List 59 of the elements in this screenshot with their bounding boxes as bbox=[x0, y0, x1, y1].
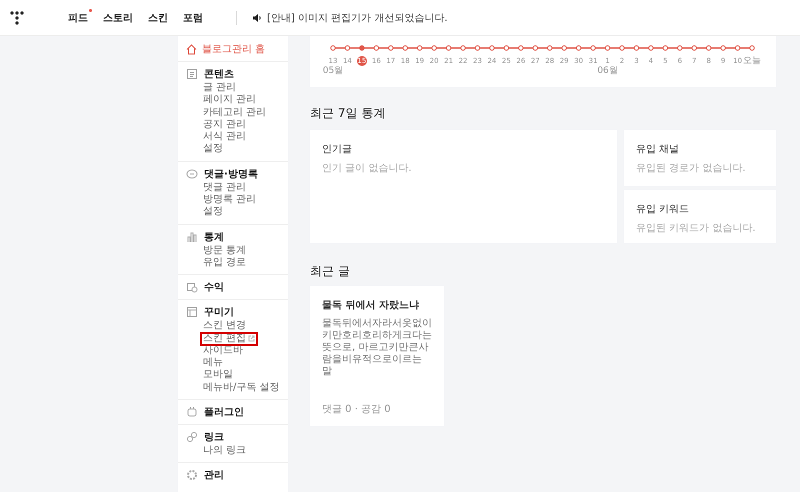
nav-link[interactable]: 피드 bbox=[68, 10, 91, 24]
menu-item[interactable]: 메뉴바/구독 설정 bbox=[203, 382, 280, 394]
nav-link[interactable]: 스킨 bbox=[148, 10, 171, 24]
month-label: 05월 bbox=[322, 66, 344, 76]
group-title[interactable]: 댓글·방명록 bbox=[204, 166, 258, 181]
group-title[interactable]: 수익 bbox=[204, 280, 224, 294]
group-title[interactable]: 관리 bbox=[204, 468, 224, 482]
document-icon bbox=[186, 68, 198, 80]
menu-item[interactable]: 나의 링크 bbox=[203, 445, 246, 458]
menu-item[interactable]: 글 관리 bbox=[203, 82, 236, 94]
menu-item[interactable]: 유입 경로 bbox=[203, 256, 246, 270]
group-title[interactable]: 링크 bbox=[204, 430, 224, 444]
gear-icon bbox=[186, 469, 198, 482]
month-label: 06월 bbox=[596, 66, 619, 76]
empty-message: 유입된 경로가 없습니다. bbox=[636, 162, 747, 175]
link-icon bbox=[186, 431, 198, 444]
post-meta: 댓글 0 · 공감 0 bbox=[322, 403, 392, 416]
menu-item[interactable]: 페이지 관리 bbox=[203, 94, 256, 107]
home-link[interactable]: 블로그관리 홈 bbox=[178, 36, 288, 61]
menu-item[interactable]: 서식 관리 bbox=[203, 131, 246, 144]
home-label: 블로그관리 홈 bbox=[202, 43, 266, 56]
external-link-icon bbox=[248, 335, 256, 342]
layout-icon bbox=[186, 306, 198, 318]
menu-item[interactable]: 설정 bbox=[203, 206, 223, 219]
empty-message: 인기 글이 없습니다. bbox=[322, 162, 413, 175]
group-title[interactable]: 꾸미기 bbox=[204, 305, 234, 320]
speaker-icon bbox=[253, 14, 262, 22]
menu-item[interactable]: 스킨 변경 bbox=[203, 320, 246, 333]
menu-item[interactable]: 카테고리 관리 bbox=[203, 106, 266, 119]
notice-text[interactable]: [안내] 이미지 편집기가 개선되었습니다. bbox=[267, 10, 448, 24]
group-title[interactable]: 콘텐츠 bbox=[204, 67, 234, 81]
group-title[interactable]: 통계 bbox=[204, 230, 224, 244]
empty-message: 유입된 키워드가 없습니다. bbox=[636, 222, 757, 235]
menu-item[interactable]: 방명록 관리 bbox=[203, 194, 256, 206]
section-title: 최근 7일 통계 bbox=[310, 105, 386, 122]
speech-bubble-icon bbox=[186, 168, 198, 180]
menu-item[interactable]: 스킨 편집 bbox=[201, 332, 258, 345]
post-excerpt: 물독뒤에서자라서옷없이키만호리호리하게크다는뜻으로, 마르고키만큰사람을비유적으로이르는 말 bbox=[322, 318, 432, 379]
post-card[interactable]: 물독 뒤에서 자랐느냐 물독뒤에서자라서옷없이키만호리호리하게크다는뜻으로, 마르고키만큰사람을비유적으로이르는 말 댓글 0 · 공감 0 bbox=[310, 286, 444, 426]
menu-item[interactable]: 댓글 관리 bbox=[203, 182, 246, 194]
menu-item[interactable]: 설정 bbox=[203, 143, 223, 156]
menu-item[interactable]: 메뉴 bbox=[203, 357, 223, 370]
menu-item[interactable]: 사이드바 bbox=[203, 344, 243, 358]
post-title: 물독 뒤에서 자랐느냐 bbox=[322, 299, 420, 312]
card-title: 인기글 bbox=[322, 143, 353, 156]
nav-link[interactable]: 포럼 bbox=[183, 10, 206, 24]
menu-item[interactable]: 방문 통계 bbox=[203, 244, 246, 257]
section-title: 최근 글 bbox=[310, 263, 351, 280]
card-title: 유입 채널 bbox=[636, 143, 680, 156]
group-title[interactable]: 플러그인 bbox=[204, 405, 244, 420]
logo-icon[interactable] bbox=[10, 10, 24, 24]
menu-item[interactable]: 공지 관리 bbox=[203, 118, 246, 132]
bar-chart-icon bbox=[186, 230, 198, 243]
nav-link[interactable]: 스토리 bbox=[103, 10, 136, 24]
coin-icon bbox=[186, 281, 198, 294]
card-title: 유입 키워드 bbox=[636, 203, 690, 216]
menu-item[interactable]: 모바일 bbox=[203, 369, 233, 382]
plug-icon bbox=[186, 406, 198, 418]
home-icon bbox=[186, 44, 197, 54]
